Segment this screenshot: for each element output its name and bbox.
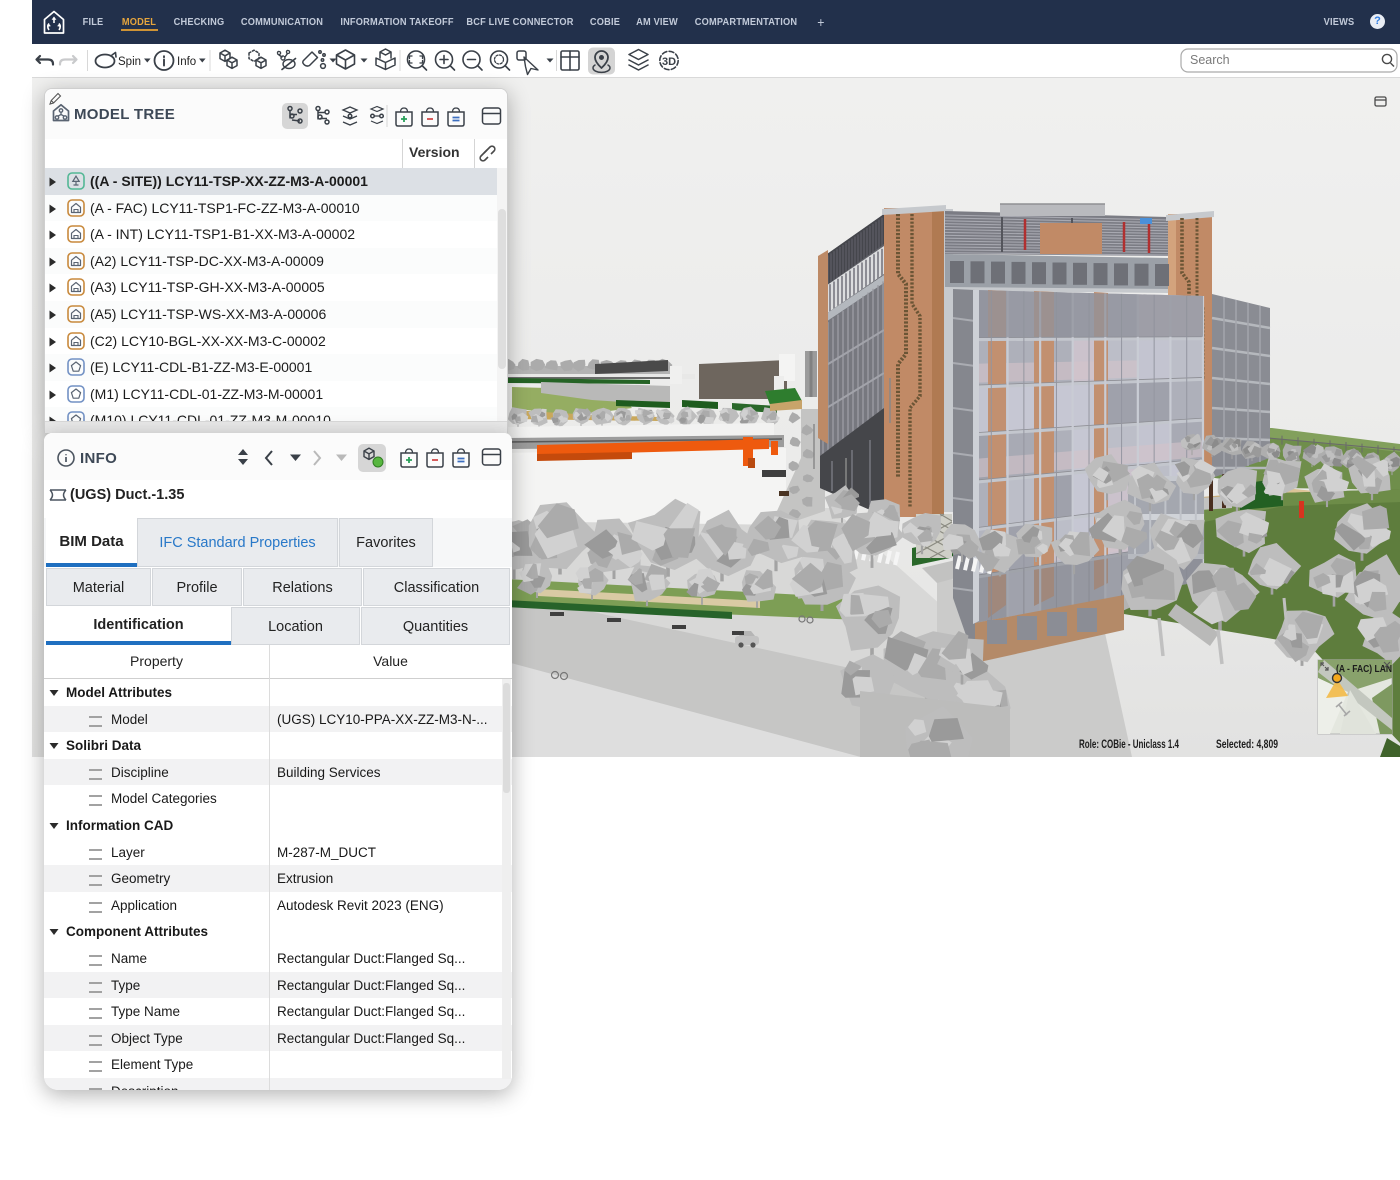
svg-text:Search: Search xyxy=(1190,53,1230,67)
svg-text:(A - FAC) LAN: (A - FAC) LAN xyxy=(1336,664,1392,675)
svg-text:Spin: Spin xyxy=(118,56,141,68)
svg-text:Selected: 4,809: Selected: 4,809 xyxy=(1216,739,1278,751)
svg-text:Role: COBie - Uniclass 1.4: Role: COBie - Uniclass 1.4 xyxy=(1079,739,1179,751)
svg-text:3D: 3D xyxy=(662,56,676,68)
svg-text:Info: Info xyxy=(177,56,196,68)
